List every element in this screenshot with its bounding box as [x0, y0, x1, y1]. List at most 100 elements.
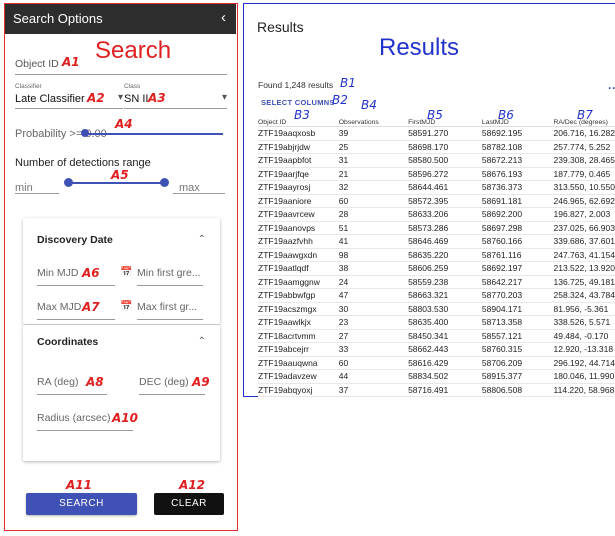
chevron-up-icon[interactable]: ⌃ [198, 234, 206, 245]
table-row[interactable]: ZTF19aamggnw 24 58559.238 58642.217 136.725,… [258, 275, 615, 289]
max-first-generation-input[interactable]: Max first gr... [137, 299, 203, 320]
detections-max-input[interactable]: max [173, 173, 225, 194]
annotation-a2: A2 [87, 91, 105, 105]
cell-radec: 296.192, 44.714 [553, 356, 615, 370]
results-panel: Results Results Found 1,248 results B1 ·… [243, 3, 615, 397]
detections-range-max-thumb[interactable] [160, 178, 169, 187]
column-header-firstmjd[interactable]: FirstMJD [408, 109, 482, 127]
chevron-up-icon[interactable]: ⌃ [198, 336, 206, 347]
cell-radec: 81.956, -5.361 [553, 302, 615, 316]
cell-observations: 39 [338, 126, 409, 141]
more-horizontal-icon[interactable]: ··· [608, 81, 615, 95]
clear-button[interactable]: CLEAR [154, 493, 224, 515]
cell-object-id[interactable]: ZTF19abjrjdw [258, 140, 339, 154]
coordinates-title: Coordinates [37, 336, 99, 348]
cell-object-id[interactable]: ZTF19aawgxdn [258, 248, 339, 262]
min-mjd-label: Min MJD [37, 267, 79, 279]
table-row[interactable]: ZTF19aarjfqe 21 58596.272 58676.193 187.779,… [258, 167, 615, 181]
detections-range-slider-track[interactable] [67, 182, 165, 184]
table-row[interactable]: ZTF19acszmgx 30 58803.530 58904.171 81.956, … [258, 302, 615, 316]
cell-object-id[interactable]: ZTF19aavrcew [258, 207, 339, 222]
probability-slider-track[interactable] [84, 133, 223, 135]
detections-range-min-thumb[interactable] [64, 178, 73, 187]
min-mjd-input[interactable]: Min MJD [37, 265, 115, 286]
annotation-a3: A3 [148, 91, 166, 105]
table-row[interactable]: ZTF19abbwfgp 47 58663.321 58770.203 258.324,… [258, 288, 615, 303]
cell-radec: 338.526, 5.571 [553, 315, 615, 330]
cell-object-id[interactable]: ZTF19aarjfqe [258, 167, 339, 181]
class-value: SN II [124, 93, 149, 105]
cell-object-id[interactable]: ZTF19aazfvhh [258, 234, 339, 249]
cell-object-id[interactable]: ZTF19adavzew [258, 369, 339, 384]
calendar-icon[interactable]: 📅 [120, 301, 132, 312]
table-row[interactable]: ZTF19aawlkjx 23 58635.400 58713.358 338.526,… [258, 315, 615, 330]
table-row[interactable]: ZTF19aanovps 51 58573.286 58697.298 237.025,… [258, 221, 615, 235]
min-first-generation-input[interactable]: Min first gre... [137, 265, 203, 286]
cell-firstmjd: 58716.491 [408, 383, 482, 397]
calendar-icon[interactable]: 📅 [120, 267, 132, 278]
cell-object-id[interactable]: ZTF19abcejrr [258, 342, 339, 357]
cell-lastmjd: 58706.209 [481, 356, 554, 370]
cell-object-id[interactable]: ZTF19aaqxosb [258, 126, 339, 141]
detections-range-label: Number of detections range [15, 157, 151, 169]
column-header-lastmjd[interactable]: LastMJD [481, 109, 554, 127]
table-row[interactable]: ZTF19aazfvhh 41 58646.469 58760.166 339.686,… [258, 234, 615, 249]
cell-object-id[interactable]: ZTF19acszmgx [258, 302, 339, 316]
column-header-observations[interactable]: Observations [338, 109, 409, 127]
dec-label: DEC (deg) [139, 376, 189, 388]
cell-radec: 136.725, 49.181 [553, 275, 615, 289]
cell-radec: 258.324, 43.784 [553, 288, 615, 303]
annotation-a8: A8 [86, 375, 104, 389]
cell-radec: 239.308, 28.465 [553, 153, 615, 168]
cell-object-id[interactable]: ZTF19aamggnw [258, 275, 339, 289]
cell-radec: 180.046, 11.990 [553, 369, 615, 384]
cell-object-id[interactable]: ZTF19aauqwna [258, 356, 339, 370]
cell-object-id[interactable]: ZTF19aatlqdf [258, 261, 339, 276]
table-row[interactable]: ZTF19aatlqdf 38 58606.259 58692.197 213.522,… [258, 261, 615, 276]
cell-object-id[interactable]: ZTF19abbwfgp [258, 288, 339, 303]
column-header-radec[interactable]: RA/Dec (degrees) [553, 109, 615, 127]
annotation-a9: A9 [192, 375, 210, 389]
select-columns-button[interactable]: SELECT COLUMNS [261, 98, 335, 107]
cell-object-id[interactable]: ZTF19abqyoxj [258, 383, 339, 397]
table-row[interactable]: ZTF19abjrjdw 25 58698.170 58782.108 257.774,… [258, 140, 615, 154]
table-row[interactable]: ZTF19aauqwna 60 58616.429 58706.209 296.192,… [258, 356, 615, 370]
table-row[interactable]: ZTF19aawgxdn 98 58635.220 58761.116 247.763,… [258, 248, 615, 262]
cell-observations: 30 [338, 302, 409, 316]
max-mjd-input[interactable]: Max MJD [37, 299, 115, 320]
classifier-caption: Classifier [15, 83, 42, 90]
table-row[interactable]: ZTF19aaqxosb 39 58591.270 58692.195 206.716,… [258, 126, 615, 141]
detections-min-input[interactable]: min [15, 173, 59, 194]
cell-lastmjd: 58806.508 [481, 383, 554, 397]
search-button[interactable]: SEARCH [26, 493, 137, 515]
cell-lastmjd: 58557.121 [481, 329, 554, 343]
chevron-left-icon[interactable]: ‹ [221, 9, 226, 26]
table-row[interactable]: ZTF19abcejrr 33 58662.443 58760.315 12.920, … [258, 342, 615, 357]
table-row[interactable]: ZTF18acrtvmm 27 58450.341 58557.121 49.484, … [258, 329, 615, 343]
ra-label: RA (deg) [37, 376, 79, 388]
cell-object-id[interactable]: ZTF19aapbfot [258, 153, 339, 168]
class-select[interactable]: SN II ▾ [124, 90, 227, 109]
cell-object-id[interactable]: ZTF19aanovps [258, 221, 339, 235]
cell-radec: 257.774, 5.252 [553, 140, 615, 154]
object-id-input[interactable]: Object ID [15, 52, 227, 75]
cell-observations: 33 [338, 342, 409, 357]
column-header-object-id[interactable]: Object ID [258, 109, 339, 127]
table-row[interactable]: ZTF19aavrcew 28 58633.206 58692.200 196.827,… [258, 207, 615, 222]
cell-lastmjd: 58770.203 [481, 288, 554, 303]
probability-slider-thumb[interactable] [81, 129, 89, 137]
table-row[interactable]: ZTF19abqyoxj 37 58716.491 58806.508 114.220,… [258, 383, 615, 397]
classifier-select[interactable]: Late Classifier ▾ [15, 90, 123, 109]
annotation-a1: A1 [62, 55, 80, 69]
cell-object-id[interactable]: ZTF18acrtvmm [258, 329, 339, 343]
cell-object-id[interactable]: ZTF19aaniore [258, 194, 339, 208]
table-row[interactable]: ZTF19aapbfot 31 58580.500 58672.213 239.308,… [258, 153, 615, 168]
cell-radec: 12.920, -13.318 [553, 342, 615, 357]
cell-object-id[interactable]: ZTF19aayrosj [258, 180, 339, 195]
table-row[interactable]: ZTF19aaniore 60 58572.395 58691.181 246.965,… [258, 194, 615, 208]
table-row[interactable]: ZTF19aayrosj 32 58644.461 58736.373 313.550,… [258, 180, 615, 195]
table-row[interactable]: ZTF19adavzew 44 58834.502 58915.377 180.046,… [258, 369, 615, 384]
cell-firstmjd: 58616.429 [408, 356, 482, 370]
cell-object-id[interactable]: ZTF19aawlkjx [258, 315, 339, 330]
radius-label: Radius (arcsec) [37, 412, 111, 424]
